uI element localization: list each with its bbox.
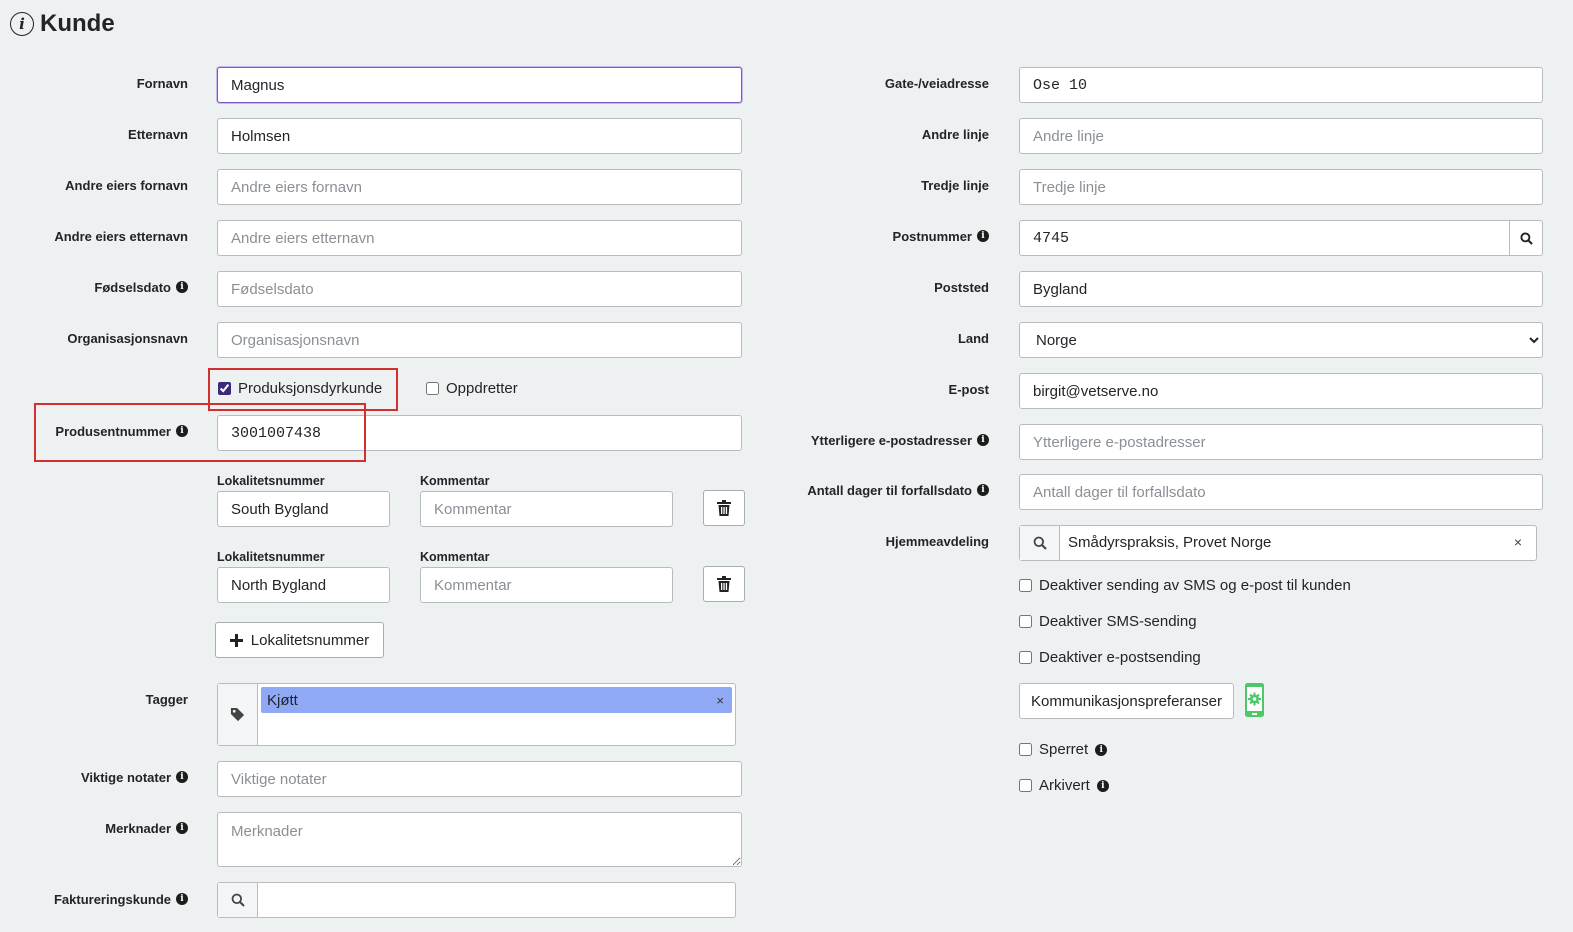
tagger-label: Tagger: [145, 691, 188, 707]
produsentnummer-input[interactable]: [217, 415, 742, 451]
deaktiver-epost-checkbox[interactable]: Deaktiver e-postsending: [1019, 649, 1201, 666]
deaktiver-sms-checkbox[interactable]: Deaktiver SMS-sending: [1019, 613, 1197, 630]
poststed-input[interactable]: [1019, 271, 1543, 307]
info-icon[interactable]: i: [977, 434, 989, 446]
lokalitetsnummer-input[interactable]: [217, 567, 390, 603]
tredje-linje-label: Tredje linje: [921, 177, 989, 193]
search-addon: [1020, 526, 1060, 560]
fodselsdato-label: Fødselsdato i: [0, 278, 188, 296]
hjemmeavdeling-label: Hjemmeavdeling: [885, 533, 989, 549]
arkivert-checkbox[interactable]: Arkivert i: [1019, 777, 1109, 794]
poststed-label: Poststed: [934, 279, 989, 295]
andre-eiers-fornavn-label: Andre eiers fornavn: [65, 177, 188, 193]
andre-eiers-fornavn-input[interactable]: [217, 169, 742, 205]
fornavn-input[interactable]: [217, 67, 742, 103]
info-circle-icon: i: [10, 12, 34, 36]
search-addon: [218, 883, 258, 917]
delete-lokalitet-button[interactable]: [703, 566, 745, 602]
hjemmeavdeling-value: Smådyrspraksis, Provet Norge: [1068, 534, 1272, 551]
postnummer-input[interactable]: [1019, 220, 1510, 256]
antall-dager-label: Antall dager til forfallsdato i: [780, 481, 989, 499]
antall-dager-input[interactable]: [1019, 474, 1543, 510]
info-icon[interactable]: i: [977, 230, 989, 242]
kommentar-input[interactable]: [420, 567, 673, 603]
remove-tag-icon[interactable]: ×: [716, 693, 724, 708]
deaktiver-sms-epost-checkbox[interactable]: Deaktiver sending av SMS og e-post til k…: [1019, 577, 1351, 594]
sperret-checkbox[interactable]: Sperret i: [1019, 741, 1108, 758]
etternavn-label: Etternavn: [128, 126, 188, 142]
produsentnummer-label: Produsentnummer i: [0, 422, 188, 440]
kommentar-input[interactable]: [420, 491, 673, 527]
epost-input[interactable]: [1019, 373, 1543, 409]
lokalitetsnummer-input[interactable]: [217, 491, 390, 527]
info-icon[interactable]: i: [977, 484, 989, 496]
ytterligere-epost-input[interactable]: [1019, 424, 1543, 460]
fodselsdato-input[interactable]: [217, 271, 742, 307]
faktureringskunde-field[interactable]: [217, 882, 736, 918]
ytterligere-epost-label: Ytterligere e-postadresser i: [780, 431, 989, 449]
deaktiver-epost-check[interactable]: [1019, 651, 1032, 664]
tag-chip[interactable]: Kjøtt ×: [261, 687, 732, 713]
viktige-notater-input[interactable]: [217, 761, 742, 797]
tredje-linje-input[interactable]: [1019, 169, 1543, 205]
oppdretter-checkbox[interactable]: Oppdretter: [426, 380, 518, 397]
faktureringskunde-label: Faktureringskunde i: [0, 890, 188, 908]
gate-input[interactable]: [1019, 67, 1543, 103]
fornavn-label: Fornavn: [136, 75, 188, 91]
trash-icon: [717, 500, 731, 516]
info-icon[interactable]: i: [176, 771, 188, 783]
info-icon[interactable]: i: [1095, 743, 1108, 756]
info-icon[interactable]: i: [176, 281, 188, 293]
deaktiver-sms-check[interactable]: [1019, 615, 1032, 628]
info-icon[interactable]: i: [176, 425, 188, 437]
search-icon: [231, 893, 245, 907]
andre-linje-input[interactable]: [1019, 118, 1543, 154]
viktige-notater-label: Viktige notater i: [0, 768, 188, 786]
sperret-check[interactable]: [1019, 743, 1032, 756]
andre-linje-label: Andre linje: [921, 126, 989, 142]
postnummer-label: Postnummer i: [780, 227, 989, 245]
produksjonsdyrkunde-check[interactable]: [218, 382, 231, 395]
organisasjonsnavn-label: Organisasjonsnavn: [67, 330, 188, 346]
kommentar-label: Kommentar: [420, 474, 490, 488]
info-icon[interactable]: i: [1096, 779, 1109, 792]
delete-lokalitet-button[interactable]: [703, 490, 745, 526]
info-icon[interactable]: i: [176, 822, 188, 834]
tag-icon: [230, 707, 245, 722]
merknader-label: Merknader i: [0, 819, 188, 837]
lokalitetsnummer-label: Lokalitetsnummer: [217, 550, 325, 564]
page-title: Kunde: [40, 10, 115, 37]
deaktiver-sms-epost-check[interactable]: [1019, 579, 1032, 592]
tag-icon-addon: [218, 684, 258, 745]
postnummer-search-button[interactable]: [1509, 220, 1543, 256]
land-select[interactable]: Norge: [1019, 322, 1543, 358]
search-icon: [1519, 231, 1533, 245]
phone-settings-icon[interactable]: [1245, 683, 1264, 721]
kommunikasjonspreferanser-button[interactable]: Kommunikasjonspreferanser: [1019, 683, 1234, 719]
etternavn-input[interactable]: [217, 118, 742, 154]
info-icon[interactable]: i: [176, 893, 188, 905]
lokalitetsnummer-label: Lokalitetsnummer: [217, 474, 325, 488]
gate-label: Gate-/veiadresse: [884, 75, 989, 91]
hjemmeavdeling-select[interactable]: Smådyrspraksis, Provet Norge ×: [1019, 525, 1537, 561]
tagger-field[interactable]: Kjøtt ×: [217, 683, 736, 746]
clear-icon[interactable]: ×: [1514, 534, 1522, 550]
produksjonsdyrkunde-checkbox[interactable]: Produksjonsdyrkunde: [218, 380, 382, 397]
merknader-textarea[interactable]: [217, 812, 742, 867]
search-icon: [1033, 536, 1047, 550]
page-header: i Kunde: [10, 10, 115, 38]
epost-label: E-post: [948, 381, 989, 397]
kommentar-label: Kommentar: [420, 550, 490, 564]
organisasjonsnavn-input[interactable]: [217, 322, 742, 358]
add-lokalitetsnummer-button[interactable]: Lokalitetsnummer: [215, 622, 384, 658]
trash-icon: [717, 576, 731, 592]
andre-eiers-etternavn-input[interactable]: [217, 220, 742, 256]
oppdretter-check[interactable]: [426, 382, 439, 395]
arkivert-check[interactable]: [1019, 779, 1032, 792]
land-label: Land: [957, 330, 989, 346]
andre-eiers-etternavn-label: Andre eiers etternavn: [54, 228, 188, 244]
plus-icon: [229, 633, 243, 647]
